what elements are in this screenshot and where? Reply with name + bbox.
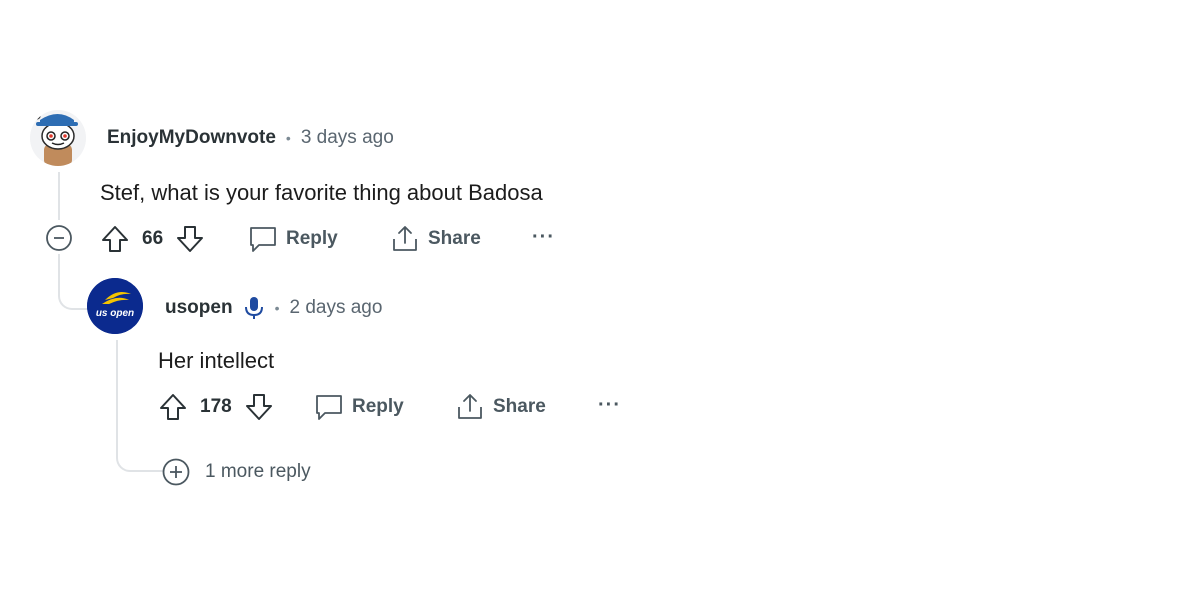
arrow-down-icon bbox=[177, 226, 204, 252]
arrow-up-icon bbox=[102, 226, 128, 252]
vote-count: 66 bbox=[142, 228, 164, 249]
plus-circle-icon bbox=[162, 458, 190, 486]
usopen-logo-icon: us open bbox=[87, 278, 143, 334]
more-replies-label: 1 more reply bbox=[205, 461, 311, 482]
share-icon bbox=[393, 226, 417, 251]
more-options-button[interactable]: ··· bbox=[598, 394, 621, 417]
avatar-text: us open bbox=[96, 308, 134, 319]
more-options-button[interactable]: ··· bbox=[532, 226, 555, 249]
username[interactable]: EnjoyMyDownvote bbox=[107, 127, 276, 149]
arrow-up-icon bbox=[160, 394, 186, 420]
snoo-avatar-icon bbox=[30, 110, 86, 166]
share-button[interactable]: Share bbox=[390, 224, 481, 254]
minus-circle-icon bbox=[46, 225, 72, 251]
collapse-button[interactable] bbox=[45, 224, 73, 252]
comment-bubble-icon bbox=[250, 227, 276, 252]
avatar[interactable] bbox=[30, 110, 86, 166]
thread-line-reply bbox=[116, 340, 118, 450]
reply-button[interactable]: Reply bbox=[314, 393, 404, 421]
arrow-down-icon bbox=[245, 394, 272, 420]
timestamp[interactable]: 2 days ago bbox=[289, 297, 382, 319]
microphone-icon bbox=[244, 297, 263, 319]
comment-bubble-icon bbox=[316, 395, 342, 420]
share-button[interactable]: Share bbox=[455, 392, 546, 422]
separator-dot: • bbox=[274, 300, 280, 316]
upvote-button[interactable] bbox=[158, 392, 188, 422]
username[interactable]: usopen bbox=[165, 297, 233, 319]
thread-curve-2 bbox=[116, 440, 164, 472]
comment-body: Stef, what is your favorite thing about … bbox=[100, 180, 543, 205]
reply-label: Reply bbox=[286, 228, 338, 249]
more-replies-button[interactable]: 1 more reply bbox=[161, 457, 311, 487]
ellipsis-icon: ··· bbox=[598, 394, 621, 416]
comment-body: Her intellect bbox=[158, 348, 275, 373]
comment-header: usopen • 2 days ago bbox=[165, 295, 382, 321]
vote-group: 66 bbox=[100, 224, 205, 254]
mod-badge bbox=[243, 295, 265, 321]
share-icon bbox=[458, 394, 482, 419]
share-label: Share bbox=[428, 228, 481, 249]
timestamp[interactable]: 3 days ago bbox=[301, 127, 394, 149]
reply-label: Reply bbox=[352, 396, 404, 417]
upvote-button[interactable] bbox=[100, 224, 130, 254]
vote-group: 178 bbox=[158, 392, 274, 422]
avatar[interactable]: us open bbox=[87, 278, 143, 334]
downvote-button[interactable] bbox=[244, 392, 274, 422]
ellipsis-icon: ··· bbox=[532, 226, 555, 248]
downvote-button[interactable] bbox=[175, 224, 205, 254]
comment-header: EnjoyMyDownvote • 3 days ago bbox=[107, 127, 394, 149]
share-label: Share bbox=[493, 396, 546, 417]
separator-dot: • bbox=[285, 130, 291, 146]
vote-count: 178 bbox=[200, 396, 232, 417]
thread-curve-1 bbox=[58, 270, 88, 310]
thread-line-top bbox=[58, 172, 60, 220]
reply-button[interactable]: Reply bbox=[248, 225, 338, 253]
